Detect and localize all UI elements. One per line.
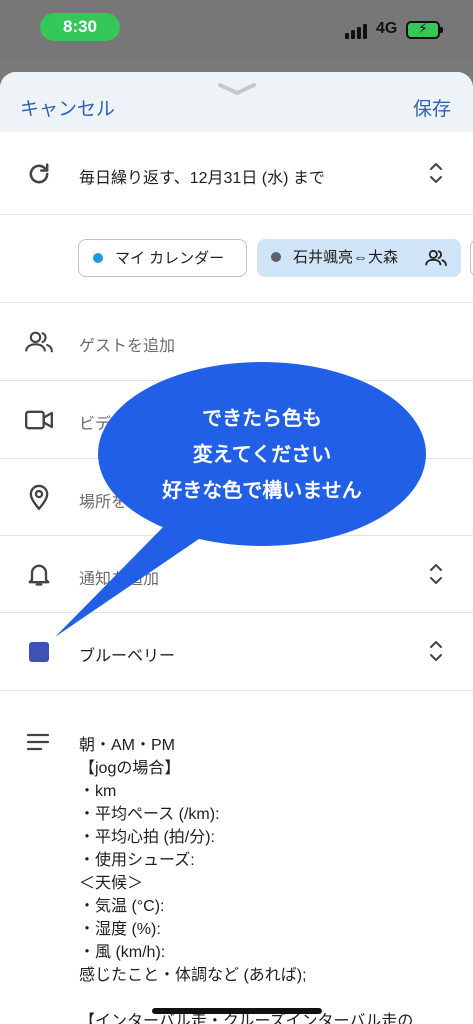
calendar-chip-my-calendar[interactable]: マイ カレンダー (78, 239, 247, 277)
video-label: ビデ (79, 416, 112, 433)
signal-icon (345, 23, 371, 39)
calendar-chip-shared[interactable]: 石井颯亮⇔大森 (257, 239, 461, 277)
chevron-down-icon[interactable] (217, 82, 257, 96)
description-line: ・湿度 (%): (79, 921, 161, 938)
battery-icon: ⚡ (406, 21, 443, 39)
calendar-chip-label: マイ カレンダー (115, 250, 225, 267)
description-line: 【jogの場合】 (79, 760, 181, 777)
event-edit-sheet: キャンセル 保存 毎日繰り返す、12月31日 (水) まで マイ カレンダー 石… (0, 72, 473, 1024)
description-text[interactable]: 朝・AM・PM 【jogの場合】 ・km ・平均ペース (/km): ・平均心拍 (拍/… (79, 734, 413, 1024)
description-line (79, 987, 413, 1010)
cancel-button[interactable]: キャンセル (20, 94, 115, 121)
notification-label: 通知を追加 (79, 571, 160, 588)
description-line: ・平均心拍 (拍/分): (79, 829, 215, 846)
repeat-icon (29, 163, 49, 184)
people-icon (425, 249, 447, 267)
add-guests-placeholder: ゲストを追加 (79, 338, 176, 355)
description-line: ＜天候＞ (79, 875, 144, 892)
save-button[interactable]: 保存 (413, 94, 451, 121)
description-line: 感じたこと・体調など (あれば); (79, 967, 307, 984)
network-label: 4G (376, 20, 398, 37)
description-line: ・風 (km/h): (79, 944, 166, 961)
description-line: ・使用シューズ: (79, 852, 195, 869)
notes-icon (26, 733, 50, 751)
bell-icon (28, 564, 50, 586)
annotation-line: 変えてください (192, 442, 332, 466)
calendar-chip-label: 石井颯亮⇔大森 (293, 249, 399, 266)
status-time: 8:30 (40, 13, 120, 41)
description-line: ・km (79, 783, 117, 800)
calendar-row: マイ カレンダー 石井颯亮⇔大森 (0, 215, 473, 303)
description-line: 朝・AM・PM (79, 737, 176, 754)
video-camera-icon (25, 410, 53, 430)
annotation-line: 好きな色で構いません (162, 478, 362, 502)
home-indicator (152, 1008, 322, 1014)
people-icon (25, 331, 53, 353)
notification-row[interactable]: 通知を追加 (0, 536, 473, 613)
calendar-color-dot (271, 252, 281, 263)
repeat-row[interactable]: 毎日繰り返す、12月31日 (水) まで (0, 132, 473, 215)
annotation-line: できたら色も (202, 406, 322, 430)
description-line: ・気温 (°C): (79, 898, 165, 915)
status-bar: 8:30 4G ⚡ (0, 0, 473, 60)
description-line: ・平均ペース (/km): (79, 806, 220, 823)
up-down-chevron-icon[interactable] (429, 160, 443, 186)
color-swatch (29, 642, 49, 662)
color-label: ブルーベリー (79, 648, 176, 665)
repeat-label: 毎日繰り返す、12月31日 (水) まで (79, 170, 325, 187)
calendar-color-dot (93, 253, 103, 264)
sheet-header: キャンセル 保存 (0, 72, 473, 132)
annotation-text: できたら色も 変えてください 好きな色で構いません (120, 400, 404, 508)
location-pin-icon (29, 484, 49, 511)
up-down-chevron-icon[interactable] (429, 561, 443, 587)
guests-row[interactable]: ゲストを追加 (0, 303, 473, 381)
color-row[interactable]: ブルーベリー (0, 613, 473, 691)
up-down-chevron-icon[interactable] (429, 638, 443, 664)
